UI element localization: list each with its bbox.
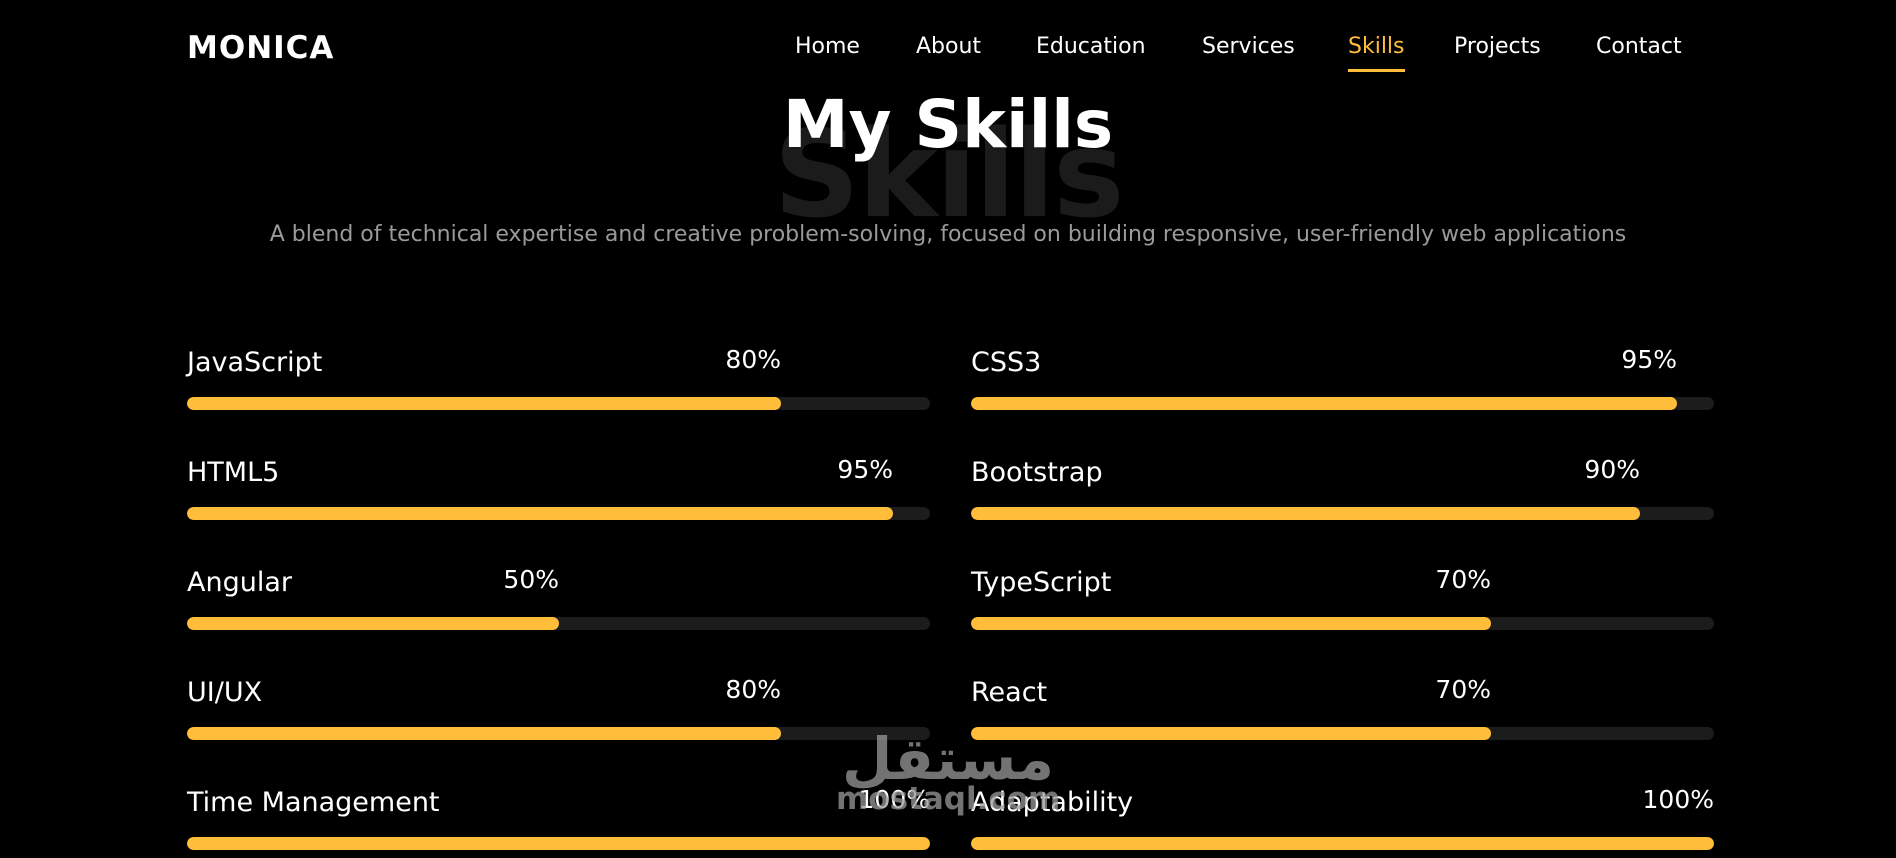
skill-percent: 95% bbox=[1621, 345, 1677, 374]
skill-percent: 80% bbox=[725, 675, 781, 704]
skill-percent: 95% bbox=[837, 455, 893, 484]
skill-progress-fill bbox=[971, 397, 1677, 410]
skill-percent: 90% bbox=[1584, 455, 1640, 484]
nav-skills[interactable]: Skills bbox=[1348, 34, 1405, 72]
skill-progress-track bbox=[187, 507, 930, 520]
nav-services[interactable]: Services bbox=[1202, 34, 1295, 72]
skill-progress-fill bbox=[971, 507, 1640, 520]
skill-item: Angular 50% bbox=[187, 565, 930, 637]
skill-name: Angular bbox=[187, 567, 292, 598]
skill-progress-track bbox=[971, 727, 1714, 740]
skill-percent: 100% bbox=[858, 785, 930, 814]
skill-name: UI/UX bbox=[187, 677, 263, 708]
skill-item: Time Management 100% bbox=[187, 785, 930, 857]
skill-progress-fill bbox=[971, 727, 1491, 740]
nav-projects[interactable]: Projects bbox=[1454, 34, 1541, 72]
skill-progress-fill bbox=[187, 397, 781, 410]
skill-name: Time Management bbox=[187, 787, 440, 818]
skill-name: Bootstrap bbox=[971, 457, 1103, 488]
skill-progress-fill bbox=[187, 837, 930, 850]
skill-percent: 50% bbox=[503, 565, 559, 594]
section-title: My Skills bbox=[782, 86, 1114, 163]
skill-item: Bootstrap 90% bbox=[971, 455, 1714, 527]
nav-about[interactable]: About bbox=[916, 34, 981, 72]
skill-progress-fill bbox=[187, 507, 893, 520]
skill-percent: 80% bbox=[725, 345, 781, 374]
skill-item: HTML5 95% bbox=[187, 455, 930, 527]
skill-progress-track bbox=[971, 617, 1714, 630]
skill-name: JavaScript bbox=[187, 347, 323, 378]
skill-progress-track bbox=[187, 837, 930, 850]
skill-progress-track bbox=[971, 837, 1714, 850]
nav-contact[interactable]: Contact bbox=[1596, 34, 1682, 72]
skill-item: UI/UX 80% bbox=[187, 675, 930, 747]
section-subtitle: A blend of technical expertise and creat… bbox=[269, 222, 1627, 247]
skill-name: HTML5 bbox=[187, 457, 280, 488]
skill-item: CSS3 95% bbox=[971, 345, 1714, 417]
skill-progress-track bbox=[187, 617, 930, 630]
skill-percent: 70% bbox=[1435, 565, 1491, 594]
skill-progress-track bbox=[187, 727, 930, 740]
skill-name: React bbox=[971, 677, 1048, 708]
nav-home[interactable]: Home bbox=[795, 34, 860, 72]
skill-progress-fill bbox=[187, 727, 781, 740]
skill-progress-fill bbox=[971, 617, 1491, 630]
skill-name: TypeScript bbox=[971, 567, 1112, 598]
nav-education[interactable]: Education bbox=[1036, 34, 1146, 72]
skill-percent: 70% bbox=[1435, 675, 1491, 704]
skill-item: TypeScript 70% bbox=[971, 565, 1714, 637]
skill-name: CSS3 bbox=[971, 347, 1042, 378]
main-nav: Home About Education Services Skills Pro… bbox=[0, 34, 1896, 74]
skill-name: Adaptability bbox=[971, 787, 1134, 818]
skill-item: React 70% bbox=[971, 675, 1714, 747]
skill-progress-fill bbox=[971, 837, 1714, 850]
skill-percent: 100% bbox=[1642, 785, 1714, 814]
skill-progress-track bbox=[971, 507, 1714, 520]
skill-progress-track bbox=[971, 397, 1714, 410]
skill-item: JavaScript 80% bbox=[187, 345, 930, 417]
skill-progress-track bbox=[187, 397, 930, 410]
skill-item: Adaptability 100% bbox=[971, 785, 1714, 857]
skill-progress-fill bbox=[187, 617, 559, 630]
